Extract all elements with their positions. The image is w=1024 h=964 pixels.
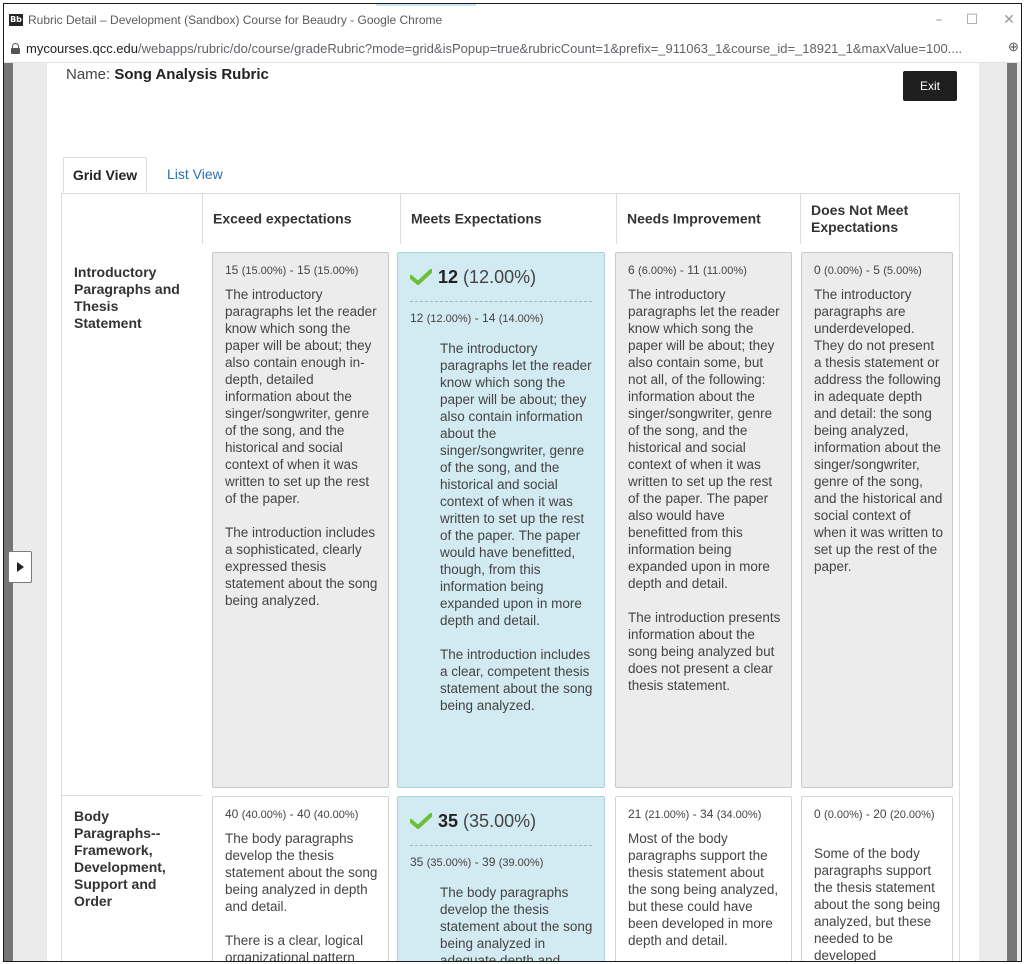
cell-description: Some of the body paragraphs support the … bbox=[814, 846, 941, 961]
title-bar: Bb Rubric Detail – Development (Sandbox)… bbox=[4, 4, 1021, 36]
rubric-cell[interactable]: 0 (0.00%) - 5 (5.00%) The introductory p… bbox=[801, 252, 953, 788]
expand-arrow-icon bbox=[17, 562, 24, 572]
cell-description: The introductory paragraphs are underdev… bbox=[814, 287, 944, 574]
left-scrollbar[interactable] bbox=[4, 63, 13, 961]
page-viewport: Name: Song Analysis Rubric Exit Grid Vie… bbox=[4, 63, 1021, 961]
rubric-cell[interactable]: 40 (40.00%) - 40 (40.00%) The body parag… bbox=[212, 796, 389, 961]
window-title: Rubric Detail – Development (Sandbox) Co… bbox=[28, 13, 443, 27]
rubric-cell[interactable]: 15 (15.00%) - 15 (15.00%) The introducto… bbox=[212, 252, 389, 788]
exit-button[interactable]: Exit bbox=[903, 71, 957, 101]
close-button[interactable]: ✕ bbox=[994, 10, 1021, 30]
score-range: 0 (0.00%) - 20 (20.00%) bbox=[814, 807, 935, 821]
checkmark-icon bbox=[410, 813, 432, 829]
dashed-divider bbox=[410, 301, 592, 302]
tab-grid-view[interactable]: Grid View bbox=[63, 157, 147, 193]
url-path: /webapps/rubric/do/course/gradeRubric?mo… bbox=[138, 41, 963, 56]
selected-rubric-cell[interactable]: 12 (12.00%) 12 (12.00%) - 14 (14.00%) Th… bbox=[397, 252, 605, 788]
cell-description: Most of the body paragraphs support the … bbox=[628, 831, 779, 948]
tab-list-view[interactable]: List View bbox=[167, 157, 223, 191]
lock-icon[interactable] bbox=[11, 43, 20, 54]
rubric-cell[interactable]: 0 (0.00%) - 20 (20.00%) Some of the body… bbox=[801, 796, 953, 961]
checkmark-icon bbox=[410, 269, 432, 285]
expand-panel-button[interactable] bbox=[8, 551, 32, 583]
dashed-divider bbox=[410, 845, 592, 846]
cell-description: The body paragraphs develop the thesis s… bbox=[440, 885, 593, 961]
browser-window: Bb Rubric Detail – Development (Sandbox)… bbox=[3, 3, 1022, 962]
rubric-cell[interactable]: 6 (6.00%) - 11 (11.00%) The introductory… bbox=[615, 252, 792, 788]
url-text[interactable]: mycourses.qcc.edu/webapps/rubric/do/cour… bbox=[26, 41, 962, 56]
column-header: Needs Improvement bbox=[616, 194, 801, 244]
rubric-grid: Exceed expectations Meets Expectations N… bbox=[61, 193, 960, 961]
column-header: Exceed expectations bbox=[202, 194, 401, 244]
selected-rubric-cell[interactable]: 35 (35.00%) 35 (35.00%) - 39 (39.00%) Th… bbox=[397, 796, 605, 961]
address-bar[interactable]: mycourses.qcc.edu/webapps/rubric/do/cour… bbox=[4, 36, 1021, 63]
rubric-name-value: Song Analysis Rubric bbox=[114, 66, 269, 83]
column-header: Does Not Meet Expectations bbox=[800, 194, 960, 244]
criterion-label: Body Paragraphs--Framework, Development,… bbox=[74, 808, 166, 909]
rubric-cell[interactable]: 21 (21.00%) - 34 (34.00%) Most of the bo… bbox=[615, 796, 792, 961]
cell-description: The introductory paragraphs let the read… bbox=[628, 287, 781, 693]
extension-icon[interactable]: ⊕ bbox=[1008, 39, 1019, 55]
score-range: 6 (6.00%) - 11 (11.00%) bbox=[628, 263, 747, 277]
tab-indicator bbox=[376, 4, 476, 6]
rubric-panel: Name: Song Analysis Rubric Exit Grid Vie… bbox=[47, 63, 979, 961]
minimize-button[interactable]: – bbox=[924, 10, 954, 30]
criterion-label: Introductory Paragraphs and Thesis State… bbox=[74, 264, 180, 331]
score-range: 12 (12.00%) - 14 (14.00%) bbox=[410, 311, 544, 325]
rubric-name-label: Name: bbox=[66, 66, 111, 83]
blackboard-logo-icon: Bb bbox=[9, 14, 23, 26]
score-range: 0 (0.00%) - 5 (5.00%) bbox=[814, 263, 922, 277]
column-header: Meets Expectations bbox=[400, 194, 617, 244]
maximize-button[interactable]: ☐ bbox=[957, 10, 987, 30]
vertical-scrollbar[interactable] bbox=[1004, 63, 1021, 961]
cell-description: The body paragraphs develop the thesis s… bbox=[225, 831, 378, 961]
selected-score: 12 (12.00%) bbox=[438, 267, 537, 287]
score-range: 21 (21.00%) - 34 (34.00%) bbox=[628, 807, 762, 821]
url-host: mycourses.qcc.edu bbox=[26, 41, 138, 56]
selected-score: 35 (35.00%) bbox=[438, 811, 537, 831]
rubric-name: Name: Song Analysis Rubric bbox=[66, 66, 269, 83]
cell-description: The introductory paragraphs let the read… bbox=[225, 287, 378, 608]
score-range: 40 (40.00%) - 40 (40.00%) bbox=[225, 807, 359, 821]
score-range: 35 (35.00%) - 39 (39.00%) bbox=[410, 855, 544, 869]
cell-description: The introductory paragraphs let the read… bbox=[440, 341, 593, 713]
scrollbar-thumb[interactable] bbox=[1007, 63, 1017, 961]
score-range: 15 (15.00%) - 15 (15.00%) bbox=[225, 263, 359, 277]
